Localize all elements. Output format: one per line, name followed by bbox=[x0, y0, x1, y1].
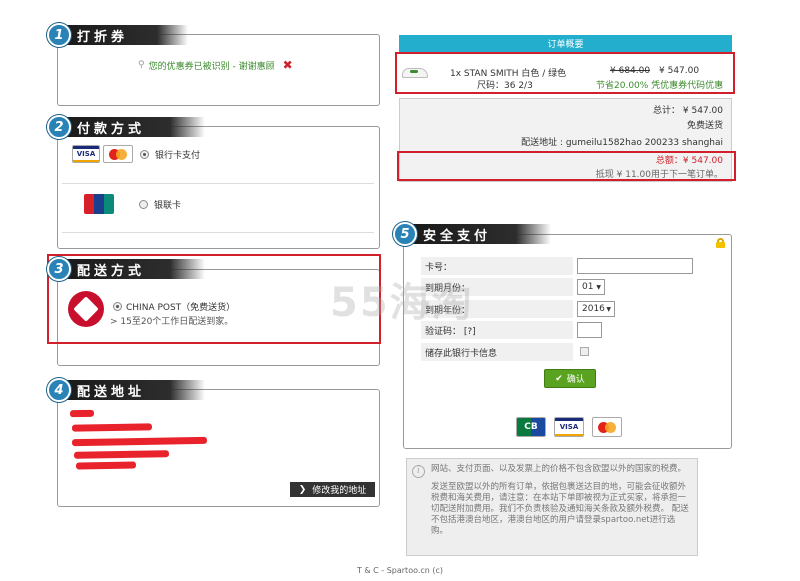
total-label: 总计： bbox=[653, 106, 681, 116]
dropdown-arrow-icon: ▼ bbox=[596, 283, 601, 291]
shipping-detail: > 15至20个工作日配送到家。 bbox=[110, 317, 234, 327]
remove-coupon-icon[interactable]: ✖ bbox=[283, 58, 293, 72]
footer-text[interactable]: T & C - Spartoo.cn (c) bbox=[0, 566, 800, 575]
expiry-year-value: 2016 bbox=[582, 304, 605, 314]
section-title: 配送方式 bbox=[65, 259, 206, 279]
section-title: 付款方式 bbox=[65, 117, 206, 137]
total-value: ¥ 547.00 bbox=[682, 106, 723, 116]
coupon-success-text: 您的优惠券已被识别 - 谢谢惠顾 bbox=[148, 61, 275, 72]
product-size: 尺码：36 2/3 bbox=[477, 81, 533, 91]
bank-card-label: 银行卡支付 bbox=[155, 150, 201, 161]
step-number: 1 bbox=[47, 23, 71, 47]
step-number: 5 bbox=[393, 222, 417, 246]
tax-notice: i 网站、支付页面、以及发票上的价格不包含欧盟以外的国家的税费。 发送至欧盟以外… bbox=[406, 458, 698, 556]
payment-divider-bottom bbox=[62, 232, 374, 233]
china-post-label: CHINA POST（免费送货） bbox=[126, 303, 236, 313]
grand-total: 总额：¥ 547.00 bbox=[655, 156, 723, 166]
redaction-mark bbox=[71, 423, 153, 432]
confirm-label: 确认 bbox=[566, 375, 585, 385]
visa-card-icon: VISA bbox=[72, 145, 100, 163]
cb-card-icon: CB bbox=[516, 417, 546, 437]
saving-note: 节省20.00% 凭优惠券代码优惠 bbox=[596, 81, 724, 91]
redaction-mark bbox=[69, 409, 95, 418]
total-row: 总计： ¥ 547.00 bbox=[653, 103, 723, 116]
checkmark-icon: ✔ bbox=[555, 373, 563, 384]
card-number-input[interactable] bbox=[577, 258, 693, 274]
mastercard-icon bbox=[592, 417, 622, 437]
watermark: 55海淘 bbox=[330, 280, 474, 326]
edit-address-button[interactable]: ❯ 修改我的地址 bbox=[290, 482, 375, 497]
section-title: 配送地址 bbox=[65, 380, 206, 400]
step-number: 4 bbox=[47, 378, 71, 402]
edit-address-label: 修改我的地址 bbox=[312, 486, 367, 496]
coupon-message: ⚲ 您的优惠券已被识别 - 谢谢惠顾 ✖ bbox=[138, 58, 293, 72]
china-post-logo bbox=[68, 291, 104, 327]
free-shipping: 免费送货 bbox=[686, 121, 723, 131]
old-price: ¥ 684.00 bbox=[610, 66, 651, 76]
order-summary-header: 订单概要 bbox=[399, 35, 732, 52]
confirm-button[interactable]: ✔ 确认 bbox=[544, 369, 596, 388]
coupon-header: 1 打折券 bbox=[47, 23, 189, 47]
visa-card-icon: VISA bbox=[554, 417, 584, 437]
expiry-year-select[interactable]: 2016 ▼ bbox=[577, 301, 615, 317]
address-header: 4 配送地址 bbox=[47, 378, 206, 402]
redaction-mark bbox=[75, 461, 137, 470]
tax-notice-line2: 发送至欧盟以外的所有订单，依据包裹送达目的地，可能会征收额外税费和海关费用，请注… bbox=[431, 482, 689, 536]
package-icon bbox=[73, 296, 99, 322]
product-thumbnail bbox=[402, 64, 430, 80]
credit-note: 抵现 ¥ 11.00用于下一笔订单。 bbox=[595, 170, 723, 180]
payment-divider bbox=[62, 183, 374, 184]
unionpay-label: 银联卡 bbox=[154, 200, 182, 211]
card-logos: CB VISA bbox=[516, 417, 622, 437]
info-icon: i bbox=[412, 465, 425, 478]
expiry-month-select[interactable]: 01 ▼ bbox=[577, 279, 605, 295]
unionpay-card-icon bbox=[84, 194, 114, 214]
china-post-option[interactable]: CHINA POST（免费送货） bbox=[113, 300, 235, 313]
mastercard-icon bbox=[103, 145, 133, 163]
section-title: 安全支付 bbox=[411, 224, 552, 244]
section-title: 打折券 bbox=[65, 25, 189, 45]
dropdown-arrow-icon: ▼ bbox=[606, 305, 611, 313]
expiry-month-value: 01 bbox=[582, 282, 594, 292]
delivery-address: 配送地址 : gumeilu1582hao 200233 shanghai bbox=[521, 138, 723, 148]
save-card-label: 储存此银行卡信息 bbox=[421, 343, 573, 361]
lock-icon bbox=[716, 238, 725, 248]
item-price: ¥ 547.00 bbox=[659, 66, 700, 76]
china-post-radio[interactable] bbox=[113, 302, 122, 311]
bank-card-option[interactable]: VISA 银行卡支付 bbox=[72, 145, 200, 163]
unionpay-option[interactable]: 银联卡 bbox=[84, 194, 181, 214]
secure-header: 5 安全支付 bbox=[393, 222, 552, 246]
save-card-checkbox[interactable] bbox=[580, 347, 589, 356]
bulb-icon: ⚲ bbox=[138, 60, 145, 70]
payment-header: 2 付款方式 bbox=[47, 115, 206, 139]
tax-notice-line1: 网站、支付页面、以及发票上的价格不包含欧盟以外的国家的税费。 bbox=[431, 464, 687, 474]
unionpay-radio[interactable] bbox=[139, 199, 148, 209]
step-number: 2 bbox=[47, 115, 71, 139]
shipping-header: 3 配送方式 bbox=[47, 257, 206, 281]
bank-card-radio[interactable] bbox=[140, 149, 149, 159]
step-number: 3 bbox=[47, 257, 71, 281]
cvv-input[interactable] bbox=[577, 322, 602, 338]
chevron-right-icon: ❯ bbox=[298, 484, 307, 495]
